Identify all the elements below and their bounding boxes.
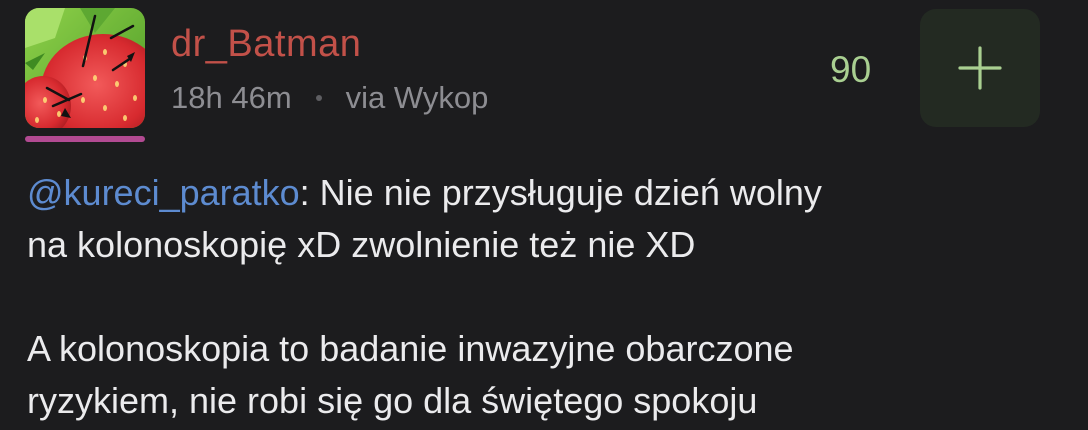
entry-meta: 18h 46m via Wykop xyxy=(171,78,488,118)
strawberry-avatar-icon xyxy=(25,8,145,128)
author-username[interactable]: dr_Batman xyxy=(171,22,361,66)
plus-icon xyxy=(958,46,1002,90)
user-mention-link[interactable]: @kureci_paratko xyxy=(27,172,300,213)
source-label: via Wykop xyxy=(345,80,489,115)
entry-content: @kureci_paratko: Nie nie przysługuje dzi… xyxy=(27,167,1067,427)
author-avatar[interactable] xyxy=(25,8,145,144)
entry-card: dr_Batman 18h 46m via Wykop 90 @kureci_p… xyxy=(0,0,1088,430)
vote-count: 90 xyxy=(830,49,872,90)
time-ago: 18h 46m xyxy=(171,80,292,115)
content-text: : Nie nie przysługuje dzień wolny xyxy=(299,172,822,213)
content-line: A kolonoskopia to badanie inwazyjne obar… xyxy=(27,328,794,369)
content-line: ryzykiem, nie robi się go dla świętego s… xyxy=(27,380,758,421)
separator-dot xyxy=(315,95,322,101)
content-paragraph: A kolonoskopia to badanie inwazyjne obar… xyxy=(27,323,1067,427)
upvote-button[interactable] xyxy=(920,9,1040,127)
content-line: na kolonoskopię xD zwolnienie też nie XD xyxy=(27,224,696,265)
avatar-underline xyxy=(25,136,145,142)
content-paragraph: @kureci_paratko: Nie nie przysługuje dzi… xyxy=(27,167,1067,271)
content-line: @kureci_paratko: Nie nie przysługuje dzi… xyxy=(27,167,1067,219)
